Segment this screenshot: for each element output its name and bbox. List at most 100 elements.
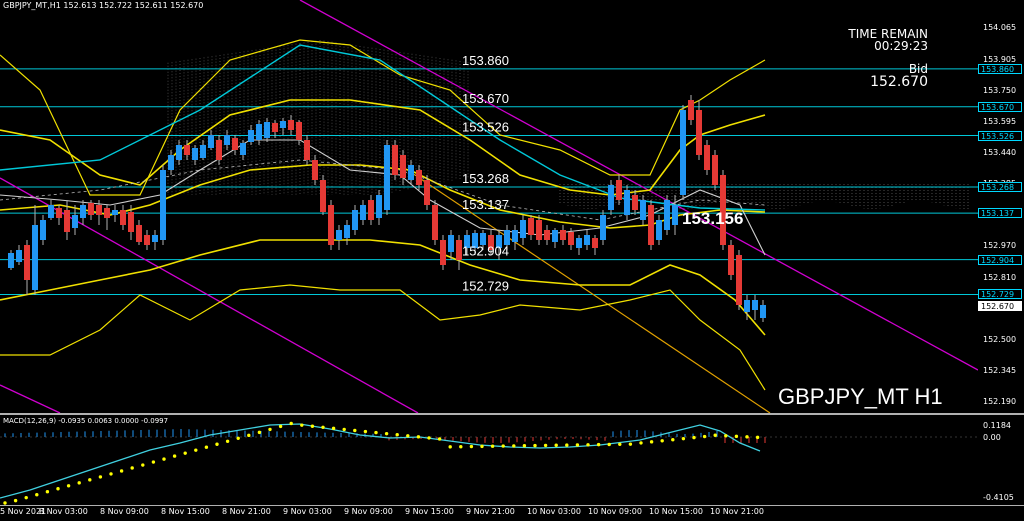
candle[interactable]: [56, 205, 62, 225]
candle[interactable]: [144, 230, 150, 250]
candle[interactable]: [200, 140, 206, 160]
candle[interactable]: [168, 150, 174, 175]
candle[interactable]: [248, 125, 254, 145]
macd-canvas[interactable]: [0, 415, 978, 505]
candle[interactable]: [192, 145, 198, 165]
candle[interactable]: [648, 200, 654, 250]
candle[interactable]: [560, 225, 566, 245]
channel-upper-outer[interactable]: [0, 39, 766, 196]
candle[interactable]: [432, 200, 438, 245]
candle[interactable]: [232, 135, 238, 155]
candle[interactable]: [448, 230, 454, 260]
candle[interactable]: [368, 195, 374, 225]
candle[interactable]: [256, 120, 262, 145]
candle[interactable]: [704, 140, 710, 175]
candle[interactable]: [152, 230, 158, 250]
candle[interactable]: [608, 180, 614, 215]
candle[interactable]: [512, 225, 518, 250]
candle[interactable]: [696, 100, 702, 160]
channel-lower-mid[interactable]: [0, 239, 766, 336]
macd-tick-label: 0.00: [983, 433, 1001, 442]
candle[interactable]: [264, 118, 270, 142]
trend-line-bottom[interactable]: [0, 384, 61, 414]
candle[interactable]: [208, 130, 214, 150]
candle[interactable]: [104, 205, 110, 230]
candle[interactable]: [712, 150, 718, 190]
candle[interactable]: [760, 300, 766, 322]
candle[interactable]: [312, 155, 318, 185]
candle[interactable]: [72, 205, 78, 235]
candle[interactable]: [640, 195, 646, 225]
macd-main-line[interactable]: [0, 423, 761, 499]
candle[interactable]: [360, 200, 366, 225]
candle[interactable]: [328, 200, 334, 250]
channel-upper-mid[interactable]: [0, 99, 766, 196]
price-chart-panel[interactable]: 153.860 153.670 153.526 153.268 153.137 152.9…: [0, 0, 979, 414]
candle[interactable]: [288, 115, 294, 135]
candle[interactable]: [224, 130, 230, 150]
candle[interactable]: [544, 225, 550, 245]
candle[interactable]: [48, 200, 54, 220]
level-price-tag: 152.904: [978, 254, 1022, 265]
candle[interactable]: [160, 165, 166, 245]
candle[interactable]: [656, 215, 662, 245]
candle[interactable]: [576, 235, 582, 255]
chart-title: GBPJPY_MT,H1 152.613 152.722 152.611 152…: [3, 1, 204, 10]
candle[interactable]: [632, 190, 638, 215]
candle[interactable]: [616, 175, 622, 205]
candle[interactable]: [520, 215, 526, 245]
candle[interactable]: [416, 165, 422, 190]
candle[interactable]: [32, 205, 38, 295]
candle[interactable]: [112, 205, 118, 222]
candle[interactable]: [600, 210, 606, 245]
candle[interactable]: [424, 175, 430, 210]
orange-trend-line[interactable]: [399, 164, 771, 414]
candle[interactable]: [120, 205, 126, 230]
candle[interactable]: [728, 240, 734, 280]
candle[interactable]: [40, 215, 46, 245]
candle[interactable]: [344, 220, 350, 245]
price-chart-canvas[interactable]: 153.860 153.670 153.526 153.268 153.137 152.9…: [0, 0, 979, 414]
candle[interactable]: [240, 140, 246, 160]
candle[interactable]: [592, 235, 598, 255]
candle[interactable]: [136, 220, 142, 245]
candle[interactable]: [536, 215, 542, 245]
moving-average-slow[interactable]: [0, 44, 766, 211]
candle[interactable]: [528, 215, 534, 240]
candle[interactable]: [280, 118, 286, 135]
candle[interactable]: [176, 140, 182, 165]
candle[interactable]: [320, 175, 326, 215]
candle[interactable]: [664, 195, 670, 235]
candle[interactable]: [736, 250, 742, 310]
candle[interactable]: [88, 200, 94, 220]
candle[interactable]: [624, 185, 630, 220]
candle[interactable]: [24, 240, 30, 295]
candle[interactable]: [680, 105, 686, 200]
candle[interactable]: [688, 95, 694, 125]
macd-signal-dot: [639, 441, 643, 445]
price-tick-label: 153.440: [983, 147, 1017, 157]
candle-body: [160, 170, 166, 240]
candle[interactable]: [16, 245, 22, 265]
time-axis[interactable]: 5 Nov 2021 8 Nov 03:00 8 Nov 09:00 8 Nov 15…: [0, 505, 978, 521]
macd-signal-dot: [618, 442, 622, 447]
candle[interactable]: [8, 250, 14, 270]
candle-body: [24, 245, 30, 280]
candle[interactable]: [352, 205, 358, 235]
candle[interactable]: [384, 140, 390, 215]
candle[interactable]: [584, 230, 590, 250]
level-text-label: 153.526: [462, 120, 509, 135]
price-axis[interactable]: 154.065 153.905 153.750 153.595 153.440 153.2…: [978, 0, 1024, 413]
candle[interactable]: [376, 190, 382, 225]
candle[interactable]: [552, 228, 558, 248]
candle[interactable]: [336, 225, 342, 250]
macd-signal-dot: [363, 429, 368, 434]
candle[interactable]: [80, 200, 86, 225]
macd-panel[interactable]: [0, 415, 978, 505]
candle[interactable]: [752, 295, 758, 320]
macd-axis[interactable]: 0.1184 0.00 -0.4105: [978, 415, 1024, 505]
candle[interactable]: [392, 140, 398, 180]
candle[interactable]: [440, 235, 446, 270]
candle[interactable]: [408, 160, 414, 185]
channel-lower-outer[interactable]: [0, 284, 766, 391]
